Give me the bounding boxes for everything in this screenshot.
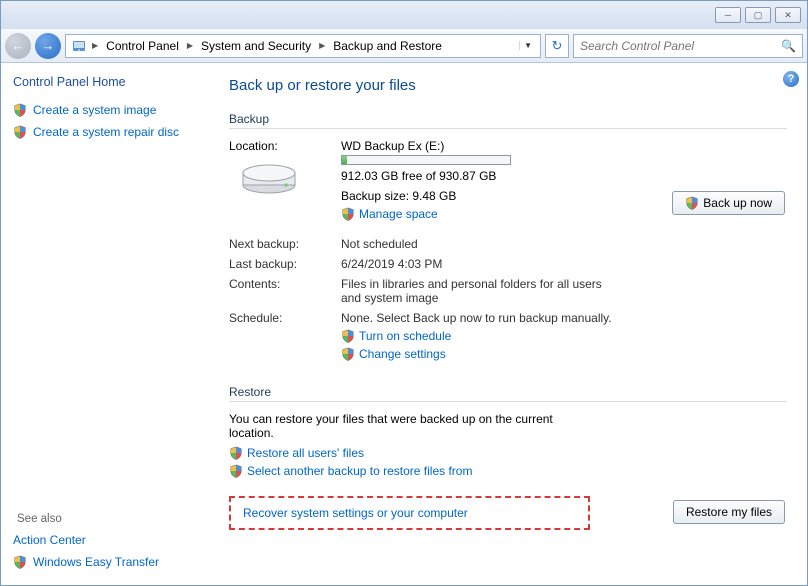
location-value: WD Backup Ex (E:) xyxy=(341,139,787,153)
restore-all-users-link[interactable]: Restore all users' files xyxy=(247,446,364,460)
easy-transfer-link[interactable]: Windows Easy Transfer xyxy=(13,555,203,569)
chevron-right-icon: ▶ xyxy=(317,41,327,50)
maximize-button[interactable]: ▢ xyxy=(745,7,771,23)
restore-description: You can restore your files that were bac… xyxy=(229,412,569,440)
chevron-right-icon: ▶ xyxy=(90,41,100,50)
contents-value: Files in libraries and personal folders … xyxy=(341,277,621,305)
breadcrumb-seg[interactable]: Backup and Restore xyxy=(329,37,446,55)
manage-space-link[interactable]: Manage space xyxy=(359,207,438,221)
seealso-label: Windows Easy Transfer xyxy=(33,555,159,569)
next-backup-label: Next backup: xyxy=(229,237,341,251)
search-input[interactable] xyxy=(580,39,781,53)
backup-section-header: Backup xyxy=(229,112,787,129)
btn-label: Restore my files xyxy=(686,505,772,519)
sidebar: Control Panel Home Create a system image… xyxy=(1,63,211,585)
recover-system-link[interactable]: Recover system settings or your computer xyxy=(243,506,468,520)
task-label: Create a system repair disc xyxy=(33,125,179,139)
last-backup-value: 6/24/2019 4:03 PM xyxy=(341,257,621,271)
close-button[interactable]: ✕ xyxy=(775,7,801,23)
see-also-header: See also xyxy=(17,513,203,525)
breadcrumb-seg[interactable]: System and Security xyxy=(197,37,315,55)
schedule-value: None. Select Back up now to run backup m… xyxy=(341,311,621,325)
refresh-button[interactable]: ↻ xyxy=(545,34,569,58)
shield-icon xyxy=(13,555,27,569)
help-icon[interactable]: ? xyxy=(783,71,799,87)
free-space-text: 912.03 GB free of 930.87 GB xyxy=(341,169,787,183)
titlebar: ─ ▢ ✕ xyxy=(1,1,807,29)
drive-icon xyxy=(239,157,299,197)
contents-label: Contents: xyxy=(229,277,341,305)
shield-icon xyxy=(685,196,699,210)
create-repair-disc-link[interactable]: Create a system repair disc xyxy=(13,125,203,139)
control-panel-home-link[interactable]: Control Panel Home xyxy=(13,75,203,89)
control-panel-icon xyxy=(70,37,88,55)
shield-icon xyxy=(341,329,355,343)
next-backup-value: Not scheduled xyxy=(341,237,621,251)
action-center-link[interactable]: Action Center xyxy=(13,533,203,547)
shield-icon xyxy=(13,103,27,117)
last-backup-label: Last backup: xyxy=(229,257,341,271)
turn-on-schedule-link[interactable]: Turn on schedule xyxy=(359,329,451,343)
breadcrumb-seg[interactable]: Control Panel xyxy=(102,37,183,55)
location-label: Location: xyxy=(229,139,341,153)
create-system-image-link[interactable]: Create a system image xyxy=(13,103,203,117)
search-box[interactable]: 🔍 xyxy=(573,34,803,58)
btn-label: Back up now xyxy=(703,196,772,210)
change-settings-link[interactable]: Change settings xyxy=(359,347,446,361)
chevron-right-icon: ▶ xyxy=(185,41,195,50)
seealso-label: Action Center xyxy=(13,533,86,547)
free-space-bar xyxy=(341,155,511,165)
back-button[interactable]: ← xyxy=(5,33,31,59)
restore-my-files-button[interactable]: Restore my files xyxy=(673,500,785,524)
main-panel: ? Back up or restore your files Backup L… xyxy=(211,63,807,585)
schedule-label: Schedule: xyxy=(229,311,341,365)
shield-icon xyxy=(341,207,355,221)
path-dropdown[interactable]: ▼ xyxy=(519,41,536,50)
page-title: Back up or restore your files xyxy=(229,77,787,94)
task-label: Create a system image xyxy=(33,103,156,117)
backup-now-button[interactable]: Back up now xyxy=(672,191,785,215)
shield-icon xyxy=(341,347,355,361)
minimize-button[interactable]: ─ xyxy=(715,7,741,23)
search-icon: 🔍 xyxy=(781,39,796,53)
restore-section-header: Restore xyxy=(229,385,787,402)
toolbar: ← → ▶ Control Panel ▶ System and Securit… xyxy=(1,29,807,63)
breadcrumb[interactable]: ▶ Control Panel ▶ System and Security ▶ … xyxy=(65,34,541,58)
shield-icon xyxy=(13,125,27,139)
select-another-backup-link[interactable]: Select another backup to restore files f… xyxy=(247,464,472,478)
shield-icon xyxy=(229,464,243,478)
shield-icon xyxy=(229,446,243,460)
highlighted-region: Recover system settings or your computer xyxy=(229,496,590,530)
forward-button[interactable]: → xyxy=(35,33,61,59)
